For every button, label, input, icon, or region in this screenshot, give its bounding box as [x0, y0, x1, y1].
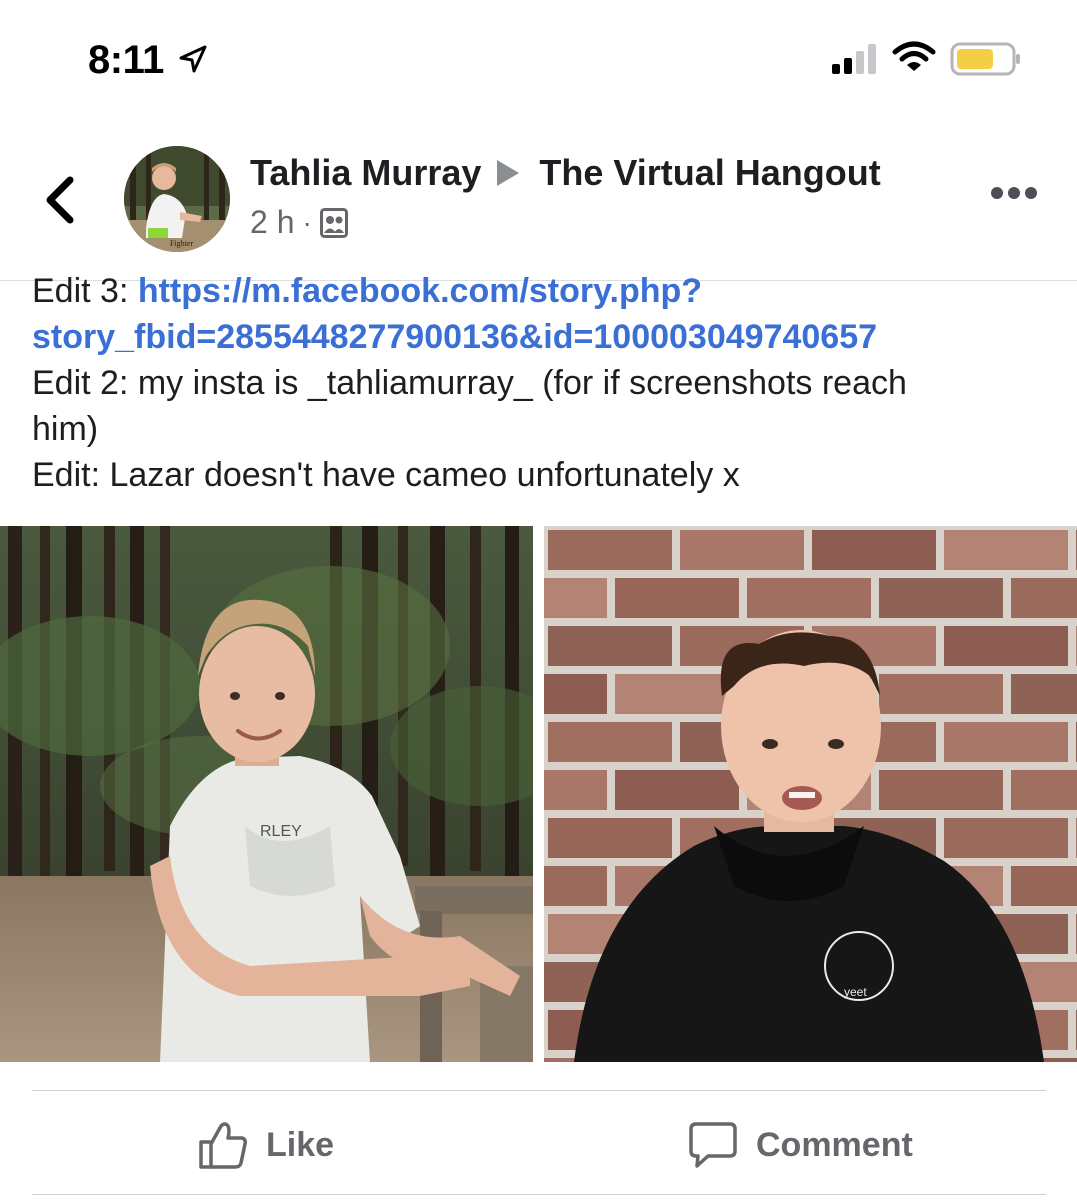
signal-icon: [832, 44, 876, 74]
more-options-icon[interactable]: [990, 186, 1038, 200]
brick: [615, 578, 739, 618]
author-avatar[interactable]: Fighter: [124, 146, 230, 252]
brick: [548, 626, 672, 666]
edit3-link-part2[interactable]: story_fbid=2855448277900136&id=100003049…: [32, 314, 1052, 360]
post-action-bar: Like Comment: [32, 1090, 1046, 1199]
brick: [1011, 674, 1077, 714]
brick: [944, 722, 1068, 762]
status-bar: 8:11: [0, 0, 1077, 120]
shared-to-arrow-icon: [497, 160, 520, 186]
photo-man-brick-wall[interactable]: yeet: [544, 526, 1077, 1062]
brick: [544, 578, 607, 618]
like-button[interactable]: Like: [198, 1091, 334, 1199]
divider: [32, 1194, 1046, 1195]
facebook-post-screen: 8:11 Fighter Tahlia Murray The Virtual H…: [0, 0, 1077, 1200]
wifi-icon: [892, 41, 936, 71]
comment-button[interactable]: Comment: [688, 1091, 913, 1199]
comment-label: Comment: [756, 1125, 913, 1164]
edit2-line2: him): [32, 410, 99, 448]
brick: [615, 770, 739, 810]
thumbs-up-icon: [199, 1122, 247, 1169]
like-label: Like: [266, 1125, 335, 1164]
brick: [548, 722, 672, 762]
brick: [944, 626, 1068, 666]
brick: [747, 578, 871, 618]
brick: [1011, 866, 1077, 906]
edit3-line: Edit 3: https://m.facebook.com/story.php…: [32, 268, 1052, 314]
group-name[interactable]: The Virtual Hangout: [539, 152, 880, 194]
author-name[interactable]: Tahlia Murray: [250, 152, 481, 194]
brick: [680, 530, 804, 570]
location-arrow-icon: [179, 45, 207, 73]
brick: [615, 674, 739, 714]
brick: [548, 818, 672, 858]
back-arrow-icon[interactable]: [40, 172, 80, 228]
group-audience-icon: [319, 207, 348, 238]
post-timestamp[interactable]: 2 h: [250, 204, 294, 241]
brick: [1011, 770, 1077, 810]
brick: [944, 530, 1068, 570]
edit3-label: Edit 3:: [32, 272, 138, 310]
brick: [1011, 578, 1077, 618]
brick: [544, 674, 607, 714]
shirt-print-text: RLEY: [260, 823, 302, 840]
meta-separator: ·: [302, 206, 312, 238]
comment-bubble-icon: [689, 1122, 737, 1168]
photo-boy-forest[interactable]: RLEY: [0, 526, 533, 1062]
post-body: Edit 3: https://m.facebook.com/story.php…: [32, 268, 1052, 498]
status-time: 8:11: [88, 38, 164, 82]
edit3-link-part1[interactable]: https://m.facebook.com/story.php?: [138, 272, 702, 310]
post-header: Fighter Tahlia Murray The Virtual Hangou…: [0, 120, 1077, 281]
edit1-line: Edit: Lazar doesn't have cameo unfortuna…: [32, 456, 740, 494]
svg-text:Fighter: Fighter: [170, 239, 193, 248]
brick: [812, 530, 936, 570]
brick: [544, 770, 607, 810]
brick: [544, 866, 607, 906]
edit2-line1: Edit 2: my insta is _tahliamurray_ (for …: [32, 364, 907, 402]
author-line: Tahlia Murray The Virtual Hangout: [250, 152, 881, 194]
brick: [879, 674, 1003, 714]
battery-icon: [950, 42, 1020, 76]
post-meta: 2 h ·: [250, 204, 348, 241]
hoodie-print-text: yeet: [844, 985, 867, 999]
brick: [548, 530, 672, 570]
brick: [879, 770, 1003, 810]
brick: [944, 818, 1068, 858]
brick: [879, 578, 1003, 618]
